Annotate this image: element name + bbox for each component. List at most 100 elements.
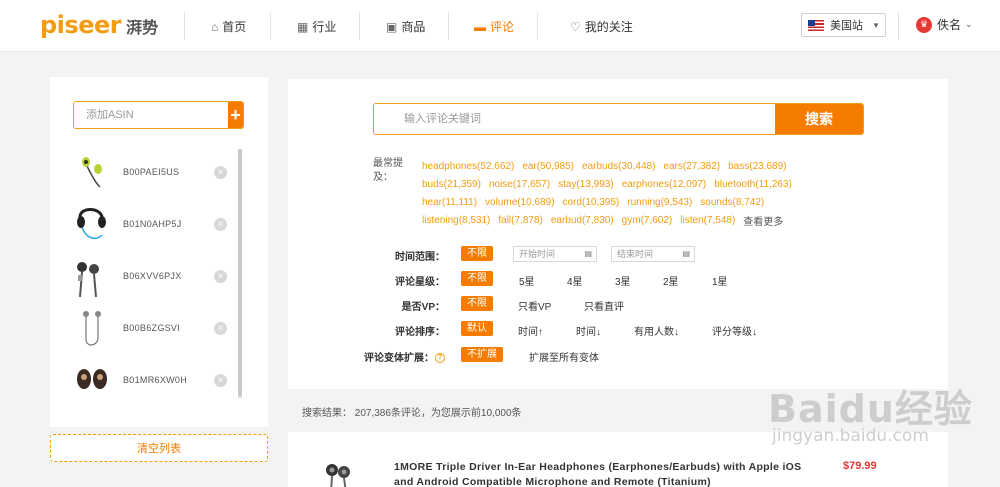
keyword-link[interactable]: sounds(8,742) [700,197,764,208]
site-logo[interactable]: piseer 湃势 [40,11,158,39]
top-header: piseer 湃势 ⌂ 首页 ▦ 行业 ▣ 商品 ▬ 评论 ♡ 我的关注 美国站… [0,0,1000,52]
scrollbar-thumb[interactable] [238,149,242,397]
start-date-input[interactable]: 开始时间 ▤ [513,246,597,262]
search-button[interactable]: 搜索 [775,104,863,134]
product-icon: ▣ [386,19,398,34]
add-asin-button[interactable]: + [228,102,243,128]
filter-option[interactable]: 扩展至所有变体 [529,349,599,364]
filter-option-selected[interactable]: 不限 [461,271,493,286]
home-icon: ⌂ [211,19,219,34]
keyword-link[interactable]: hear(11,111) [422,197,477,208]
filter-option[interactable]: 只看直评 [584,298,624,313]
asin-list: B00PAEI5US × B01N0AHP5J × B06XVV6PJX × B… [50,147,268,407]
header-divider [898,12,899,40]
filter-option[interactable]: 5星 [519,273,535,288]
results-summary: 搜索结果： 207,386条评论，为您展示前10,000条 [302,408,522,419]
nav-products[interactable]: ▣ 商品 [386,18,425,35]
filter-option-selected[interactable]: 不扩展 [461,347,503,362]
keyword-link[interactable]: listening(8,531) [422,215,490,226]
filter-option[interactable]: 1星 [712,273,728,288]
add-asin-box: + [73,101,244,129]
asin-code: B06XVV6PJX [123,271,182,281]
keyword-link[interactable]: stay(13,993) [558,179,614,190]
asin-list-item[interactable]: B01MR6XW0H × [50,355,268,407]
asin-list-item[interactable]: B00B6ZGSVI × [50,303,268,355]
keyword-cloud: headphones(52,662) ear(50,985) earbuds(3… [422,157,822,229]
keyword-link[interactable]: buds(21,359) [422,179,481,190]
filter-option[interactable]: 时间↓ [576,323,601,338]
logo-text: piseer [40,11,122,39]
date-placeholder: 结束时间 [617,249,654,259]
keyword-link[interactable]: fall(7,878) [498,215,542,226]
product-price: $79.99 [843,460,877,472]
nav-industry[interactable]: ▦ 行业 [297,18,336,35]
more-keywords-link[interactable]: 查看更多 [743,213,783,228]
filter-label: 评论星级： [395,277,445,288]
keyword-link[interactable]: listen(7,548) [680,215,735,226]
user-name: 佚名 [937,18,962,32]
asin-list-scrollbar[interactable] [238,149,242,399]
region-select[interactable]: 美国站 ▼ [801,13,886,37]
grid-icon: ▦ [297,19,309,34]
keyword-link[interactable]: earphones(12,097) [622,179,707,190]
remove-asin-icon[interactable]: × [214,218,227,231]
keyword-link[interactable]: ear(50,985) [522,161,574,172]
keyword-link[interactable]: cord(10,395) [563,197,620,208]
keyword-link[interactable]: volume(10,689) [485,197,554,208]
header-divider [184,12,185,40]
clear-list-button[interactable]: 清空列表 [50,434,268,462]
keyword-link[interactable]: headphones(52,662) [422,161,514,172]
asin-list-item[interactable]: B00PAEI5US × [50,147,268,199]
user-menu[interactable]: ♛ 佚名 ⌄ [916,16,973,33]
filter-option[interactable]: 有用人数↓ [634,323,679,338]
filter-option-selected[interactable]: 默认 [461,321,493,336]
crown-avatar-icon: ♛ [916,16,932,33]
keyword-row: listening(8,531) fall(7,878) earbud(7,83… [422,211,822,229]
nav-label: 评论 [490,20,515,34]
header-divider [359,12,360,40]
nav-label: 行业 [312,20,337,34]
asin-list-item[interactable]: B01N0AHP5J × [50,199,268,251]
keyword-link[interactable]: bass(23,689) [728,161,786,172]
asin-code: B01MR6XW0H [123,375,188,385]
keyword-link[interactable]: gym(7,602) [622,215,673,226]
keyword-link[interactable]: noise(17,657) [489,179,550,190]
remove-asin-icon[interactable]: × [214,166,227,179]
remove-asin-icon[interactable]: × [214,374,227,387]
remove-asin-icon[interactable]: × [214,270,227,283]
filter-option[interactable]: 2星 [663,273,679,288]
filter-option[interactable]: 3星 [615,273,631,288]
filter-option[interactable]: 4星 [567,273,583,288]
product-thumbnail [83,311,101,346]
filter-option-selected[interactable]: 不限 [461,246,493,261]
end-date-input[interactable]: 结束时间 ▤ [611,246,695,262]
review-search-panel: 搜索 最常提及： headphones(52,662) ear(50,985) … [288,79,948,389]
filter-option-selected[interactable]: 不限 [461,296,493,311]
product-card[interactable]: 1MORE Triple Driver In-Ear Headphones (E… [288,432,948,487]
add-asin-input[interactable] [74,102,228,128]
asin-code: B00PAEI5US [123,167,180,177]
help-icon[interactable]: ? [435,353,445,364]
keyword-row: hear(11,111) volume(10,689) cord(10,395)… [422,193,822,211]
review-keyword-input[interactable] [374,104,775,134]
filter-option[interactable]: 评分等级↓ [712,323,757,338]
heart-icon: ♡ [570,19,581,34]
keyword-link[interactable]: earbud(7,830) [551,215,614,226]
keyword-link[interactable]: ears(27,382) [663,161,720,172]
nav-reviews[interactable]: ▬ 评论 [474,18,514,35]
filter-option[interactable]: 只看VP [518,298,551,313]
product-title[interactable]: 1MORE Triple Driver In-Ear Headphones (E… [394,460,814,487]
keyword-link[interactable]: earbuds(30,448) [582,161,655,172]
keyword-row: buds(21,359) noise(17,657) stay(13,993) … [422,175,822,193]
nav-label: 商品 [401,20,426,34]
keyword-link[interactable]: running(9,543) [627,197,692,208]
filter-variant: 评论变体扩展：? 不扩展 扩展至所有变体 [328,347,928,365]
keyword-link[interactable]: bluetooth(11,263) [714,179,792,190]
filter-option[interactable]: 时间↑ [518,323,543,338]
asin-list-item[interactable]: B06XVV6PJX × [50,251,268,303]
date-placeholder: 开始时间 [519,249,556,259]
nav-home[interactable]: ⌂ 首页 [211,18,246,35]
asin-code: B01N0AHP5J [123,219,182,229]
remove-asin-icon[interactable]: × [214,322,227,335]
nav-my-follows[interactable]: ♡ 我的关注 [570,18,633,35]
